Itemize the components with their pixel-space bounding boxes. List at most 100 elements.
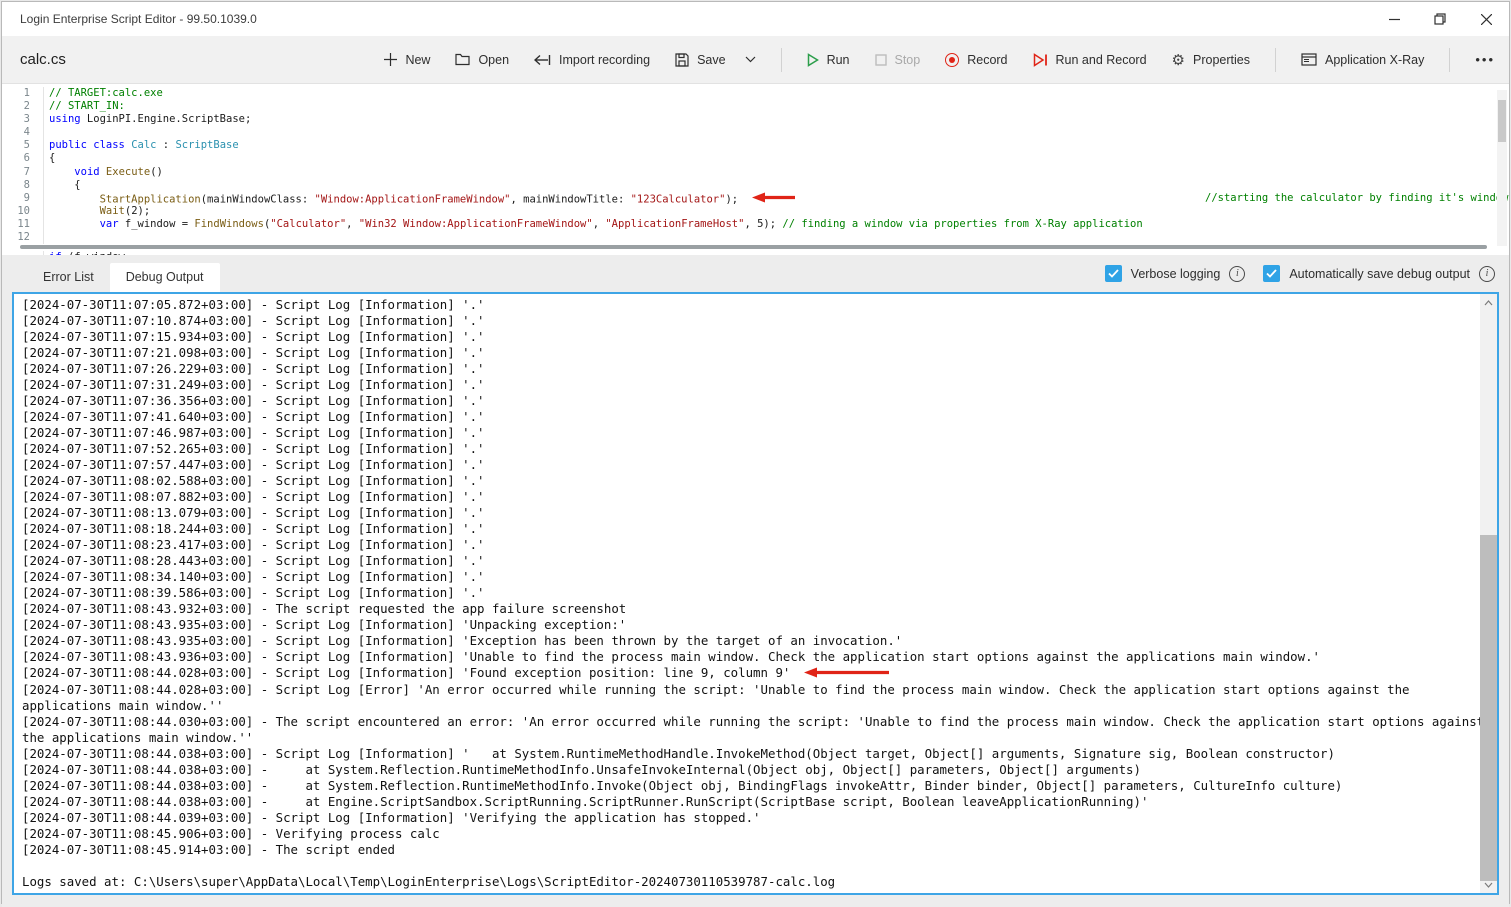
log-line: [2024-07-30T11:07:57.447+03:00] - Script… bbox=[22, 457, 1485, 473]
log-line: [2024-07-30T11:08:44.028+03:00] - Script… bbox=[22, 665, 1485, 682]
log-line: [2024-07-30T11:08:18.244+03:00] - Script… bbox=[22, 521, 1485, 537]
code-line: 8 { bbox=[2, 179, 1509, 192]
folder-icon bbox=[455, 53, 470, 66]
verbose-logging-checkbox[interactable] bbox=[1105, 265, 1122, 282]
line-number: 10 bbox=[2, 205, 30, 218]
application-xray-icon bbox=[1301, 53, 1317, 66]
code-line-comment: //starting the calculator by finding it'… bbox=[1205, 192, 1508, 205]
save-dropdown-button[interactable] bbox=[745, 56, 756, 63]
line-number: 4 bbox=[2, 126, 30, 139]
log-line: [2024-07-30T11:08:34.140+03:00] - Script… bbox=[22, 569, 1485, 585]
tab-error-list[interactable]: Error List bbox=[27, 263, 110, 292]
line-number: 3 bbox=[2, 113, 30, 126]
title-bar: Login Enterprise Script Editor - 99.50.1… bbox=[2, 2, 1509, 36]
chevron-down-icon bbox=[745, 56, 756, 63]
log-line: [2024-07-30T11:08:44.038+03:00] - at Sys… bbox=[22, 778, 1485, 794]
code-line: 4 bbox=[2, 126, 1509, 139]
code-line: 3using LoginPI.Engine.ScriptBase; bbox=[2, 113, 1509, 126]
check-icon bbox=[1108, 269, 1119, 278]
stop-button: Stop bbox=[875, 53, 921, 67]
check-icon bbox=[1266, 269, 1277, 278]
toolbar-separator bbox=[1275, 48, 1276, 72]
tab-debug-output[interactable]: Debug Output bbox=[110, 263, 220, 292]
gear-icon: ⚙ bbox=[1172, 51, 1185, 69]
import-recording-button[interactable]: Import recording bbox=[534, 53, 650, 67]
editor-horizontal-scrollbar[interactable] bbox=[20, 245, 1487, 249]
autosave-debug-label: Automatically save debug output bbox=[1289, 267, 1470, 281]
code-line: 11 var f_window = FindWindows("Calculato… bbox=[2, 218, 1509, 231]
log-line: [2024-07-30T11:07:05.872+03:00] - Script… bbox=[22, 297, 1485, 313]
log-line: [2024-07-30T11:07:21.098+03:00] - Script… bbox=[22, 345, 1485, 361]
code-line: 1// TARGET:calc.exe bbox=[2, 87, 1509, 100]
run-button[interactable]: Run bbox=[807, 53, 850, 67]
log-line: [2024-07-30T11:07:26.229+03:00] - Script… bbox=[22, 361, 1485, 377]
new-label: New bbox=[405, 53, 430, 67]
line-number: 12 bbox=[2, 231, 30, 244]
log-line: [2024-07-30T11:08:13.079+03:00] - Script… bbox=[22, 505, 1485, 521]
more-button[interactable]: ••• bbox=[1475, 52, 1495, 67]
restore-button[interactable] bbox=[1417, 2, 1463, 36]
code-line: 10 Wait(2); bbox=[2, 205, 1509, 218]
log-line: [2024-07-30T11:08:43.932+03:00] - The sc… bbox=[22, 601, 1485, 617]
log-line: [2024-07-30T11:08:02.588+03:00] - Script… bbox=[22, 473, 1485, 489]
file-tab[interactable]: calc.cs bbox=[20, 51, 66, 68]
log-line: [2024-07-30T11:08:44.039+03:00] - Script… bbox=[22, 810, 1485, 826]
info-icon[interactable]: i bbox=[1229, 266, 1245, 282]
log-line: [2024-07-30T11:08:45.914+03:00] - The sc… bbox=[22, 842, 1485, 858]
more-icon: ••• bbox=[1475, 52, 1495, 67]
close-button[interactable] bbox=[1463, 2, 1509, 36]
log-line: [2024-07-30T11:07:41.640+03:00] - Script… bbox=[22, 409, 1485, 425]
properties-button[interactable]: ⚙ Properties bbox=[1172, 51, 1250, 69]
log-line: [2024-07-30T11:07:31.249+03:00] - Script… bbox=[22, 377, 1485, 393]
log-vertical-scrollbar[interactable] bbox=[1480, 294, 1497, 893]
open-label: Open bbox=[478, 53, 509, 67]
scroll-down-icon[interactable] bbox=[1480, 876, 1497, 893]
info-icon[interactable]: i bbox=[1479, 266, 1495, 282]
line-number: 6 bbox=[2, 152, 30, 165]
code-editor[interactable]: 1// TARGET:calc.exe2// START_IN:3using L… bbox=[2, 84, 1509, 255]
log-line: [2024-07-30T11:07:10.874+03:00] - Script… bbox=[22, 313, 1485, 329]
scrollbar-thumb[interactable] bbox=[1480, 535, 1497, 881]
autosave-debug-checkbox[interactable] bbox=[1263, 265, 1280, 282]
record-icon bbox=[945, 53, 959, 67]
minimize-icon bbox=[1389, 14, 1400, 25]
log-line: [2024-07-30T11:08:43.935+03:00] - Script… bbox=[22, 617, 1485, 633]
record-label: Record bbox=[967, 53, 1007, 67]
toolbar-separator bbox=[781, 48, 782, 72]
scroll-up-icon[interactable] bbox=[1480, 294, 1497, 311]
log-line: [2024-07-30T11:08:07.882+03:00] - Script… bbox=[22, 489, 1485, 505]
line-number: 7 bbox=[2, 166, 30, 179]
log-line: [2024-07-30T11:08:44.038+03:00] - Script… bbox=[22, 746, 1485, 762]
save-button[interactable]: Save bbox=[675, 53, 726, 67]
restore-icon bbox=[1434, 13, 1446, 25]
log-line: [2024-07-30T11:08:45.906+03:00] - Verify… bbox=[22, 826, 1485, 842]
run-and-record-button[interactable]: Run and Record bbox=[1033, 53, 1147, 67]
log-line: [2024-07-30T11:08:39.586+03:00] - Script… bbox=[22, 585, 1485, 601]
log-line: [2024-07-30T11:08:44.038+03:00] - at Eng… bbox=[22, 794, 1485, 810]
editor-vertical-scrollbar[interactable] bbox=[1497, 90, 1507, 246]
log-line: [2024-07-30T11:07:46.987+03:00] - Script… bbox=[22, 425, 1485, 441]
verbose-logging-label: Verbose logging bbox=[1131, 267, 1221, 281]
log-line: Logs saved at: C:\Users\super\AppData\Lo… bbox=[22, 874, 1485, 890]
application-xray-button[interactable]: Application X-Ray bbox=[1301, 53, 1424, 67]
debug-output-pane[interactable]: [2024-07-30T11:07:05.872+03:00] - Script… bbox=[12, 292, 1499, 895]
save-label: Save bbox=[697, 53, 726, 67]
stop-label: Stop bbox=[895, 53, 921, 67]
code-line: 2// START_IN: bbox=[2, 100, 1509, 113]
minimize-button[interactable] bbox=[1371, 2, 1417, 36]
code-line: 7 void Execute() bbox=[2, 166, 1509, 179]
new-button[interactable]: New bbox=[384, 53, 430, 67]
log-line bbox=[22, 858, 1485, 874]
log-line: [2024-07-30T11:08:28.443+03:00] - Script… bbox=[22, 553, 1485, 569]
log-line: [2024-07-30T11:08:23.417+03:00] - Script… bbox=[22, 537, 1485, 553]
open-button[interactable]: Open bbox=[455, 53, 509, 67]
import-label: Import recording bbox=[559, 53, 650, 67]
toolbar: calc.cs New Open Import recording Save bbox=[2, 36, 1509, 84]
log-line: [2024-07-30T11:07:36.356+03:00] - Script… bbox=[22, 393, 1485, 409]
toolbar-separator bbox=[1449, 48, 1450, 72]
run-icon bbox=[807, 53, 819, 67]
run-label: Run bbox=[827, 53, 850, 67]
record-button[interactable]: Record bbox=[945, 53, 1007, 67]
app-window: Login Enterprise Script Editor - 99.50.1… bbox=[1, 1, 1510, 904]
run-and-record-label: Run and Record bbox=[1056, 53, 1147, 67]
